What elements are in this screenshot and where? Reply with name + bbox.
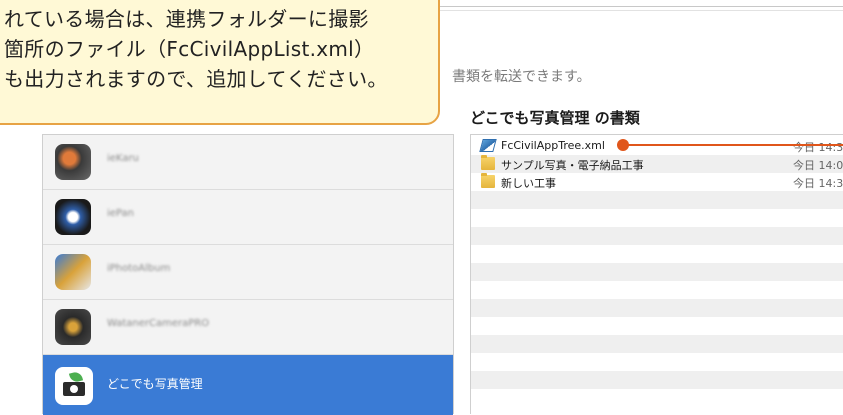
folder-icon [481,155,495,170]
callout-text: れている場合は、連携フォルダーに撮影 箇所のファイル（FcCivilAppLis… [4,4,436,94]
document-row[interactable]: サンプル写真・電子納品工事 今日 14:0 [471,155,843,173]
empty-row [471,335,843,353]
app-name: WatanerCameraPRO [107,318,210,329]
app-name: iPhotoAlbum [107,263,171,274]
app-list-item[interactable]: iePan [43,190,453,245]
callout-line: 箇所のファイル（FcCivilAppList.xml） [4,37,375,61]
app-list-item[interactable]: WatanerCameraPRO [43,300,453,355]
app-list: ieKaru iePan iPhotoAlbum WatanerCameraPR… [42,134,454,415]
empty-row [471,281,843,299]
app-icon [55,144,91,180]
empty-row [471,191,843,209]
callout-line: れている場合は、連携フォルダーに撮影 [4,7,369,31]
app-list-item-selected[interactable]: どこでも写真管理 [43,355,453,415]
document-date: 今日 14:3 [793,177,843,190]
annotation-pointer-line [627,144,843,146]
app-name: どこでも写真管理 [107,377,203,391]
transfer-description: 書類を転送できます。 [452,69,591,85]
document-name: 新しい工事 [501,177,556,190]
callout-line: も出力されますので、追加してください。 [4,67,388,91]
document-name: FcCivilAppTree.xml [501,139,605,152]
annotation-callout: れている場合は、連携フォルダーに撮影 箇所のファイル（FcCivilAppLis… [0,0,440,125]
document-row[interactable]: 新しい工事 今日 14:3 [471,173,843,191]
app-name: ieKaru [107,153,139,164]
document-date: 今日 14:0 [793,159,843,172]
app-icon [55,254,91,290]
app-list-item[interactable]: iPhotoAlbum [43,245,453,300]
document-name: サンプル写真・電子納品工事 [501,159,644,172]
empty-row [471,389,843,407]
app-icon [55,309,91,345]
empty-row [471,299,843,317]
folder-icon [481,173,495,188]
annotation-pointer-dot [617,139,629,151]
document-date: 今日 14:3 [793,141,843,154]
empty-row [471,353,843,371]
app-icon [55,199,91,235]
empty-row [471,245,843,263]
document-row[interactable]: FcCivilAppTree.xml 今日 14:3 [471,137,843,155]
xml-file-icon [479,139,497,152]
app-list-item[interactable]: ieKaru [43,135,453,190]
documents-panel-title: どこでも写真管理 の書類 [470,109,640,127]
empty-row [471,227,843,245]
empty-row [471,263,843,281]
camera-icon [55,367,93,405]
app-name: iePan [107,208,134,219]
empty-row [471,371,843,389]
empty-row [471,209,843,227]
empty-row [471,317,843,335]
document-list: FcCivilAppTree.xml 今日 14:3 サンプル写真・電子納品工事… [470,134,843,414]
